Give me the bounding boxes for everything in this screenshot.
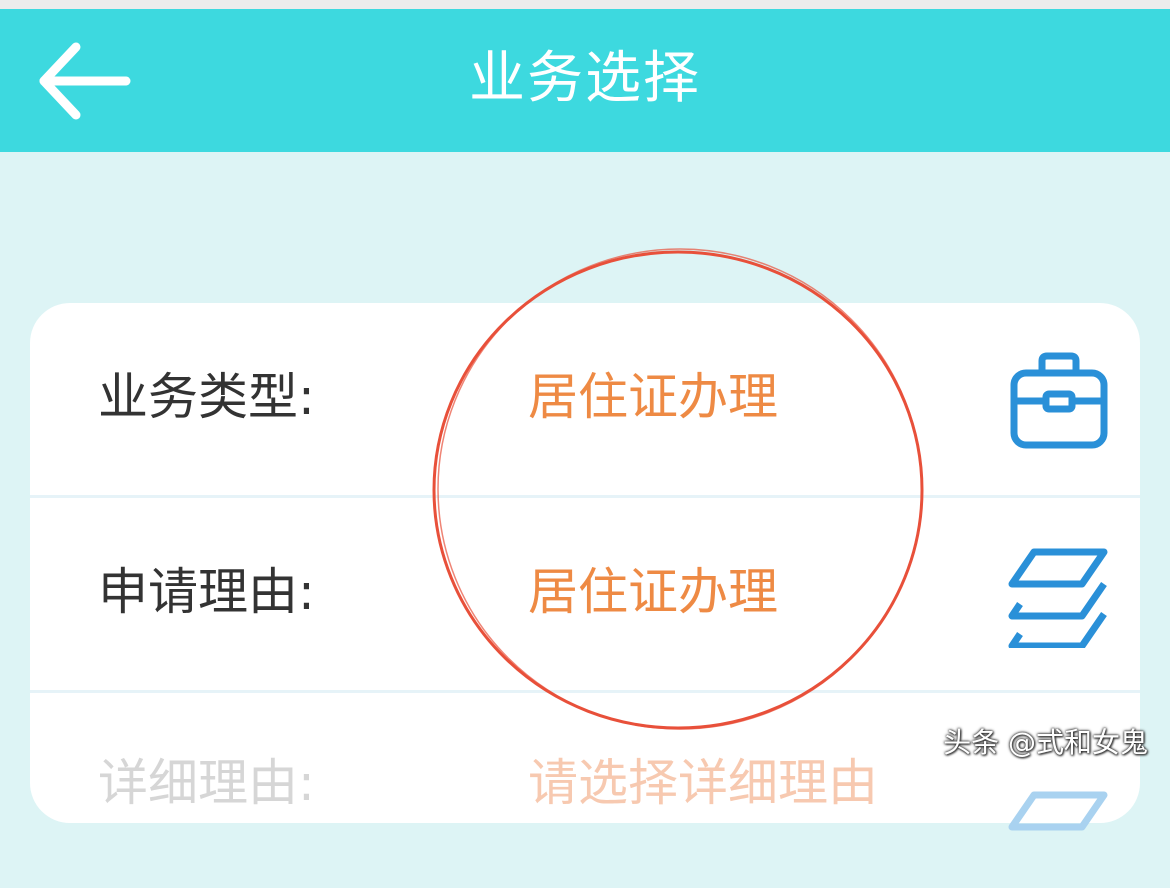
detailed-reason-label: 详细理由:: [98, 753, 315, 813]
layers-icon: [1008, 546, 1110, 648]
detailed-reason-row[interactable]: 详细理由: 请选择详细理由: [30, 693, 1140, 888]
business-type-label: 业务类型:: [98, 367, 315, 427]
application-reason-row[interactable]: 申请理由: 居住证办理: [30, 498, 1140, 693]
page-title: 业务选择: [0, 47, 1170, 111]
detailed-reason-value[interactable]: 请选择详细理由: [528, 753, 878, 813]
briefcase-icon: [1008, 351, 1110, 453]
application-reason-label: 申请理由:: [98, 562, 315, 622]
app-header: 业务选择: [0, 9, 1170, 152]
status-bar-strip: [0, 0, 1170, 9]
business-type-row[interactable]: 业务类型: 居住证办理: [30, 303, 1140, 498]
application-reason-value[interactable]: 居住证办理: [528, 562, 778, 622]
business-type-value[interactable]: 居住证办理: [528, 367, 778, 427]
watermark-text: 头条 @式和女鬼: [943, 726, 1148, 760]
